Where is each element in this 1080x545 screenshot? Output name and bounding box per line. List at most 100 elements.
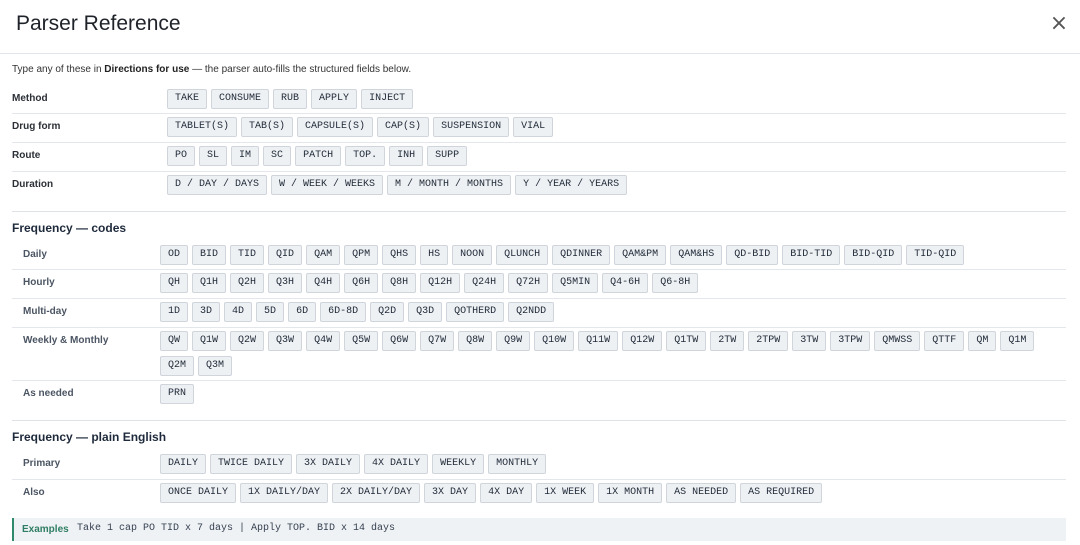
token-chip[interactable]: QDINNER: [552, 245, 611, 265]
token-chip[interactable]: QMWSS: [874, 331, 921, 351]
token-chip[interactable]: PO: [167, 146, 196, 166]
token-chip[interactable]: Q7W: [420, 331, 455, 351]
token-chip[interactable]: TOP.: [345, 146, 386, 166]
token-chip[interactable]: 2TPW: [748, 331, 789, 351]
token-chip[interactable]: Q2W: [230, 331, 265, 351]
token-chip[interactable]: TID-QID: [906, 245, 965, 265]
token-chip[interactable]: QTTF: [924, 331, 965, 351]
token-chip[interactable]: QAM: [306, 245, 341, 265]
token-chip[interactable]: VIAL: [513, 117, 554, 137]
token-chip[interactable]: 1D: [160, 302, 189, 322]
token-chip[interactable]: 2TW: [710, 331, 745, 351]
token-chip[interactable]: PRN: [160, 384, 195, 404]
token-chip[interactable]: Q8H: [382, 273, 417, 293]
token-chip[interactable]: Q1H: [192, 273, 227, 293]
token-chip[interactable]: 3X DAILY: [296, 454, 361, 474]
token-chip[interactable]: Q2M: [160, 356, 195, 376]
token-chip[interactable]: Q1W: [192, 331, 227, 351]
token-chip[interactable]: Q4H: [306, 273, 341, 293]
token-chip[interactable]: TWICE DAILY: [210, 454, 293, 474]
token-chip[interactable]: Q5W: [344, 331, 379, 351]
token-chip[interactable]: 4X DAY: [480, 483, 533, 503]
token-chip[interactable]: Q6-8H: [652, 273, 699, 293]
token-chip[interactable]: 1X WEEK: [536, 483, 595, 503]
token-chip[interactable]: Q3M: [198, 356, 233, 376]
token-chip[interactable]: TID: [230, 245, 265, 265]
token-chip[interactable]: Q2NDD: [508, 302, 555, 322]
token-chip[interactable]: INH: [389, 146, 424, 166]
token-chip[interactable]: NOON: [452, 245, 493, 265]
token-chip[interactable]: Q3H: [268, 273, 303, 293]
token-chip[interactable]: M / MONTH / MONTHS: [387, 175, 512, 195]
token-chip[interactable]: TAB(S): [241, 117, 294, 137]
token-chip[interactable]: 3TW: [792, 331, 827, 351]
token-chip[interactable]: APPLY: [311, 89, 358, 109]
token-chip[interactable]: Q11W: [578, 331, 619, 351]
token-chip[interactable]: CONSUME: [211, 89, 270, 109]
token-chip[interactable]: INJECT: [361, 89, 414, 109]
token-chip[interactable]: TAKE: [167, 89, 208, 109]
token-chip[interactable]: 5D: [256, 302, 285, 322]
token-chip[interactable]: QD-BID: [726, 245, 779, 265]
token-chip[interactable]: RUB: [273, 89, 308, 109]
token-chip[interactable]: CAP(S): [377, 117, 430, 137]
token-chip[interactable]: Q24H: [464, 273, 505, 293]
token-chip[interactable]: QOTHERD: [446, 302, 505, 322]
token-chip[interactable]: Q12H: [420, 273, 461, 293]
token-chip[interactable]: QLUNCH: [496, 245, 549, 265]
token-chip[interactable]: Q1TW: [666, 331, 707, 351]
token-chip[interactable]: SL: [199, 146, 228, 166]
token-chip[interactable]: Q12W: [622, 331, 663, 351]
token-chip[interactable]: 6D: [288, 302, 317, 322]
token-chip[interactable]: Q9W: [496, 331, 531, 351]
token-chip[interactable]: Y / YEAR / YEARS: [515, 175, 628, 195]
token-chip[interactable]: 4X DAILY: [364, 454, 429, 474]
token-chip[interactable]: BID: [192, 245, 227, 265]
token-chip[interactable]: QPM: [344, 245, 379, 265]
token-chip[interactable]: SUSPENSION: [433, 117, 510, 137]
token-chip[interactable]: 6D-8D: [320, 302, 367, 322]
token-chip[interactable]: Q1M: [1000, 331, 1035, 351]
token-chip[interactable]: CAPSULE(S): [297, 117, 374, 137]
token-chip[interactable]: DAILY: [160, 454, 207, 474]
token-chip[interactable]: 1X MONTH: [598, 483, 663, 503]
token-chip[interactable]: Q8W: [458, 331, 493, 351]
token-chip[interactable]: QAM&HS: [670, 245, 723, 265]
token-chip[interactable]: QHS: [382, 245, 417, 265]
token-chip[interactable]: Q5MIN: [552, 273, 599, 293]
token-chip[interactable]: QAM&PM: [614, 245, 667, 265]
token-chip[interactable]: Q3D: [408, 302, 443, 322]
token-chip[interactable]: TABLET(S): [167, 117, 238, 137]
token-chip[interactable]: Q4-6H: [602, 273, 649, 293]
token-chip[interactable]: QM: [968, 331, 997, 351]
token-chip[interactable]: OD: [160, 245, 189, 265]
token-chip[interactable]: Q4W: [306, 331, 341, 351]
token-chip[interactable]: Q72H: [508, 273, 549, 293]
token-chip[interactable]: 2X DAILY/DAY: [332, 483, 421, 503]
token-chip[interactable]: WEEKLY: [432, 454, 485, 474]
token-chip[interactable]: 3D: [192, 302, 221, 322]
token-chip[interactable]: SC: [263, 146, 292, 166]
token-chip[interactable]: D / DAY / DAYS: [167, 175, 268, 195]
token-chip[interactable]: IM: [231, 146, 260, 166]
token-chip[interactable]: Q6W: [382, 331, 417, 351]
token-chip[interactable]: QW: [160, 331, 189, 351]
token-chip[interactable]: 3X DAY: [424, 483, 477, 503]
token-chip[interactable]: W / WEEK / WEEKS: [271, 175, 384, 195]
token-chip[interactable]: Q2H: [230, 273, 265, 293]
token-chip[interactable]: AS NEEDED: [666, 483, 737, 503]
token-chip[interactable]: BID-QID: [844, 245, 903, 265]
token-chip[interactable]: Q10W: [534, 331, 575, 351]
token-chip[interactable]: Q6H: [344, 273, 379, 293]
token-chip[interactable]: MONTHLY: [488, 454, 547, 474]
token-chip[interactable]: 3TPW: [830, 331, 871, 351]
token-chip[interactable]: AS REQUIRED: [740, 483, 823, 503]
token-chip[interactable]: Q2D: [370, 302, 405, 322]
token-chip[interactable]: SUPP: [427, 146, 468, 166]
token-chip[interactable]: 4D: [224, 302, 253, 322]
token-chip[interactable]: Q3W: [268, 331, 303, 351]
token-chip[interactable]: QID: [268, 245, 303, 265]
close-icon[interactable]: ×: [1048, 13, 1070, 35]
token-chip[interactable]: ONCE DAILY: [160, 483, 237, 503]
token-chip[interactable]: PATCH: [295, 146, 342, 166]
